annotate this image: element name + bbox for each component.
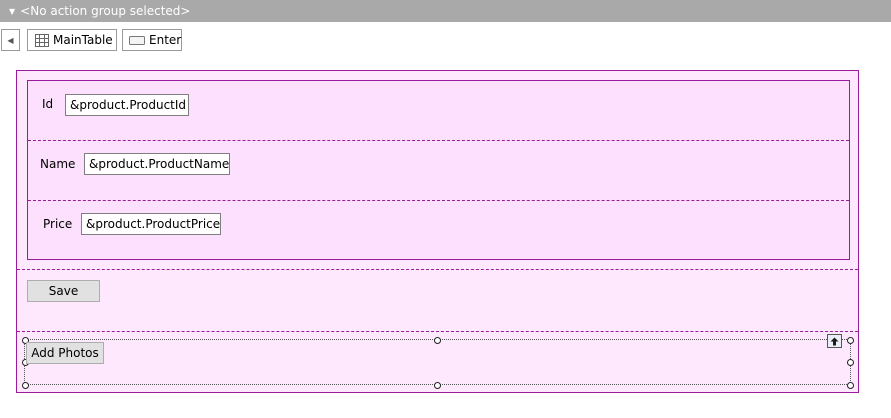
price-label: Price: [43, 217, 73, 231]
add-photos-button[interactable]: Add Photos: [26, 342, 104, 364]
name-label: Name: [40, 157, 76, 171]
triangle-left-icon: ◀: [7, 35, 14, 45]
resize-handle[interactable]: [847, 359, 854, 366]
enter-button[interactable]: Enter: [122, 29, 182, 51]
resize-handle[interactable]: [22, 382, 29, 389]
move-up-icon[interactable]: [827, 334, 842, 348]
textbox-icon: [129, 35, 145, 46]
product-price-field[interactable]: &product.ProductPrice: [81, 213, 221, 235]
selection-box[interactable]: [24, 339, 851, 385]
action-group-bar[interactable]: ▼ <No action group selected>: [0, 0, 891, 22]
resize-handle[interactable]: [434, 382, 441, 389]
main-table-label: MainTable: [53, 33, 113, 47]
triangle-down-icon[interactable]: ▼: [9, 7, 15, 16]
fields-table: Id &product.ProductId Name &product.Prod…: [27, 80, 850, 260]
action-group-label: <No action group selected>: [20, 4, 191, 18]
back-button[interactable]: ◀: [1, 29, 20, 51]
main-table-button[interactable]: MainTable: [27, 29, 117, 51]
grid-icon: [35, 33, 49, 47]
enter-label: Enter: [149, 33, 182, 47]
field-row-price: Price &product.ProductPrice: [28, 201, 849, 261]
save-button[interactable]: Save: [27, 280, 100, 302]
product-id-field[interactable]: &product.ProductId: [65, 94, 189, 116]
resize-handle[interactable]: [847, 382, 854, 389]
field-row-id: Id &product.ProductId: [28, 81, 849, 141]
resize-handle[interactable]: [847, 337, 854, 344]
section-divider: [17, 331, 858, 332]
product-name-field[interactable]: &product.ProductName: [84, 153, 230, 175]
field-row-name: Name &product.ProductName: [28, 141, 849, 201]
id-label: Id: [42, 97, 54, 111]
form-container: Id &product.ProductId Name &product.Prod…: [16, 70, 859, 393]
resize-handle[interactable]: [434, 337, 441, 344]
section-divider: [17, 269, 858, 270]
